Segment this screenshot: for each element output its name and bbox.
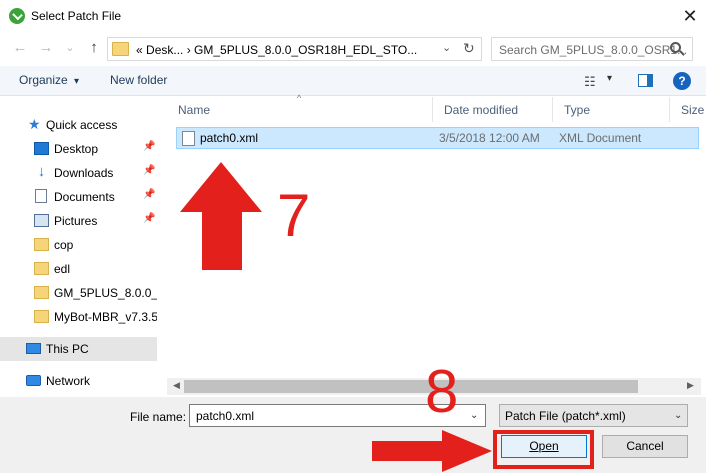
address-path-text[interactable]: Desk... › GM_5PLUS_8.0.0_OSR18H_EDL_STO.… [146,43,417,57]
refresh-icon[interactable]: ↻ [463,40,475,57]
title-bar: Select Patch File ✕ [0,0,706,32]
search-icon[interactable] [670,42,681,53]
sidebar-item-label: Downloads [54,166,114,180]
scroll-left-icon[interactable]: ◀ [173,380,180,391]
organize-button[interactable]: Organize ▾ [19,73,79,87]
file-type: XML Document [559,131,642,145]
sidebar-item-edl[interactable]: edl [0,257,157,281]
filename-label: File name: [130,410,187,424]
sidebar-item-label: MyBot-MBR_v7.3.5 [54,310,157,324]
column-header-date[interactable]: Date modified [433,97,553,122]
column-header-size[interactable]: Size [670,97,705,122]
computer-icon [26,343,41,354]
chevron-down-icon[interactable]: ⌄ [470,410,478,421]
folder-icon [34,238,49,251]
chevron-down-icon[interactable]: ⌄ [442,41,451,54]
window-title: Select Patch File [31,9,122,23]
new-folder-button[interactable]: New folder [110,73,167,87]
pin-icon: 📌 [143,189,156,200]
sidebar-item-label: Quick access [46,118,118,132]
highlight-box [493,430,594,469]
sidebar-item-label: cop [54,238,74,252]
desktop-icon [34,142,49,155]
navigation-bar: ← → ⌄ ↑ « Desk... › GM_5PLUS_8.0.0_OSR18… [0,34,706,62]
address-path: « Desk... › GM_5PLUS_8.0.0_OSR18H_EDL_ST… [136,43,417,57]
xml-file-icon [182,131,195,146]
preview-pane-icon[interactable] [638,74,653,87]
up-button[interactable]: ↑ [84,38,104,58]
download-icon: ↓ [37,163,46,180]
column-header-label: Date modified [444,103,519,117]
view-options-icon[interactable]: ☷ [584,74,596,90]
sidebar-item-network[interactable]: Network [0,369,157,393]
recent-locations-button[interactable]: ⌄ [60,38,80,58]
column-header-name[interactable]: ^ Name [167,93,433,122]
close-button[interactable]: ✕ [676,4,704,28]
star-icon: ★ [28,116,41,132]
pictures-icon [34,214,49,227]
command-toolbar: Organize ▾ New folder ☷ ▾ ? [0,66,706,96]
sort-ascending-icon: ^ [297,93,302,103]
app-icon [9,8,25,24]
folder-icon [112,42,129,56]
sidebar-item-label: This PC [46,342,89,356]
sidebar-item-quick-access[interactable]: ★ Quick access [0,113,157,137]
chevron-down-icon: ▾ [74,76,80,87]
address-overflow-icon[interactable]: « [136,43,143,57]
pin-icon: 📌 [143,141,156,152]
address-bar[interactable]: « Desk... › GM_5PLUS_8.0.0_OSR18H_EDL_ST… [107,37,482,61]
filetype-value: Patch File (patch*.xml) [505,409,626,423]
column-header-type[interactable]: Type [553,97,670,122]
scrollbar-thumb[interactable] [184,380,638,393]
sidebar-item-desktop[interactable]: Desktop 📌 [0,137,157,161]
sidebar-item-label: GM_5PLUS_8.0.0_OS [54,286,157,300]
dialog-footer: File name: patch0.xml ⌄ Patch File (patc… [0,397,706,473]
sidebar-item-label: Pictures [54,214,98,228]
scroll-right-icon[interactable]: ▶ [687,380,694,391]
column-header-label: Name [178,103,211,117]
sidebar-item-label: edl [54,262,71,276]
help-icon[interactable]: ? [673,72,691,90]
sidebar-item-this-pc[interactable]: This PC [0,337,157,361]
sidebar-item-documents[interactable]: Documents 📌 [0,185,157,209]
organize-label: Organize [19,73,68,87]
file-name: patch0.xml [200,131,259,145]
folder-icon [34,310,49,323]
forward-button[interactable]: → [36,38,56,58]
filename-value: patch0.xml [196,409,255,423]
file-date: 3/5/2018 12:00 AM [439,131,540,145]
chevron-down-icon: ⌄ [674,410,683,421]
sidebar-item-cop[interactable]: cop [0,233,157,257]
sidebar-item-pictures[interactable]: Pictures 📌 [0,209,157,233]
sidebar-item-downloads[interactable]: ↓ Downloads 📌 [0,161,157,185]
cancel-button[interactable]: Cancel [602,435,688,458]
step-number-8: 8 [425,358,459,425]
filetype-select[interactable]: Patch File (patch*.xml) ⌄ [499,404,688,427]
sidebar-item-gm-5plus[interactable]: GM_5PLUS_8.0.0_OS [0,281,157,305]
documents-icon [35,189,47,203]
navigation-pane: ★ Quick access Desktop 📌 ↓ Downloads 📌 D… [0,97,157,397]
step-number-7: 7 [277,182,311,249]
red-right-arrow-icon [372,430,492,472]
folder-icon [34,262,49,275]
pin-icon: 📌 [143,165,156,176]
column-header-label: Type [564,103,591,117]
search-input[interactable]: Search GM_5PLUS_8.0.0_OSR1... [491,37,693,61]
sidebar-item-label: Desktop [54,142,99,156]
network-icon [26,375,41,386]
sidebar-item-mybot[interactable]: MyBot-MBR_v7.3.5 [0,305,157,329]
sidebar-item-label: Documents [54,190,115,204]
red-up-arrow-icon [180,162,262,270]
sidebar-item-label: Network [46,374,91,388]
chevron-down-icon[interactable]: ▾ [607,73,612,84]
back-button[interactable]: ← [10,38,30,58]
search-placeholder: Search GM_5PLUS_8.0.0_OSR1... [499,43,688,57]
table-row[interactable]: patch0.xml 3/5/2018 12:00 AM XML Documen… [176,127,699,149]
column-header-label: Size [681,103,705,117]
folder-icon [34,286,49,299]
pin-icon: 📌 [143,213,156,224]
